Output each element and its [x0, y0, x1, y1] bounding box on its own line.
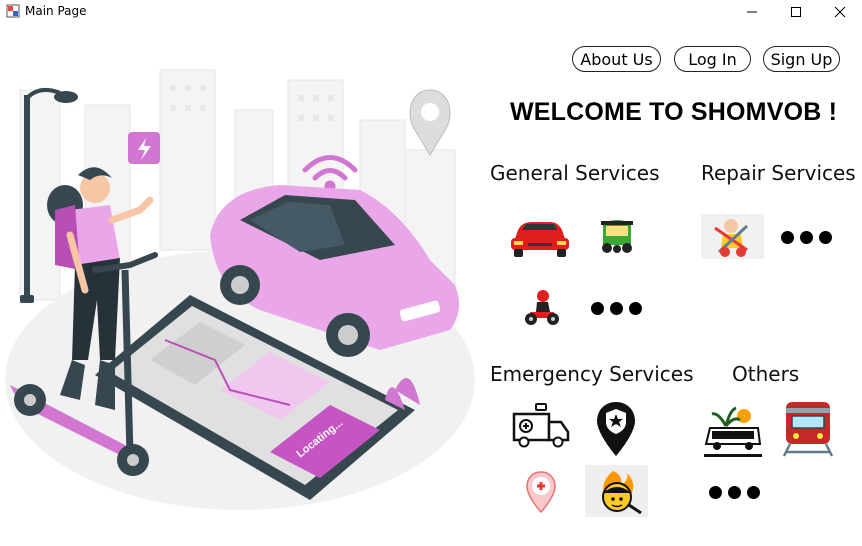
- location-pin-icon: [409, 89, 451, 156]
- close-icon: [834, 6, 846, 18]
- police-location-icon[interactable]: [594, 400, 638, 458]
- more-general-services[interactable]: [591, 302, 642, 315]
- firefighter-icon[interactable]: [585, 465, 648, 517]
- welcome-heading: WELCOME TO SHOMVOB !: [510, 98, 838, 126]
- others-title: Others: [732, 362, 800, 386]
- more-repair-services[interactable]: [781, 231, 832, 244]
- minimize-icon: [747, 11, 757, 13]
- app-icon: [6, 4, 20, 18]
- log-in-button[interactable]: Log In: [674, 46, 751, 72]
- emergency-services-title: Emergency Services: [490, 362, 694, 386]
- close-button[interactable]: [818, 0, 862, 24]
- tour-bus-icon[interactable]: [704, 404, 762, 460]
- about-us-button[interactable]: About Us: [572, 46, 661, 72]
- maximize-icon: [791, 7, 801, 17]
- motorbike-service-icon[interactable]: [522, 290, 562, 326]
- more-other-services[interactable]: [709, 486, 760, 499]
- general-services-title: General Services: [490, 161, 660, 185]
- cng-autorickshaw-icon[interactable]: [597, 217, 637, 255]
- hero-illustration: Locating...: [5, 69, 475, 510]
- mechanic-repair-icon[interactable]: [701, 214, 764, 259]
- title-bar: Main Page: [0, 0, 862, 24]
- ambulance-icon[interactable]: [511, 402, 571, 448]
- hospital-location-icon[interactable]: [525, 470, 557, 514]
- window-title: Main Page: [25, 4, 87, 18]
- repair-services-title: Repair Services: [701, 161, 856, 185]
- car-service-icon[interactable]: [508, 212, 572, 260]
- lightning-badge-icon: [128, 132, 160, 164]
- minimize-button[interactable]: [730, 0, 774, 24]
- sign-up-button[interactable]: Sign Up: [763, 46, 840, 72]
- maximize-button[interactable]: [774, 0, 818, 24]
- train-icon[interactable]: [782, 400, 834, 458]
